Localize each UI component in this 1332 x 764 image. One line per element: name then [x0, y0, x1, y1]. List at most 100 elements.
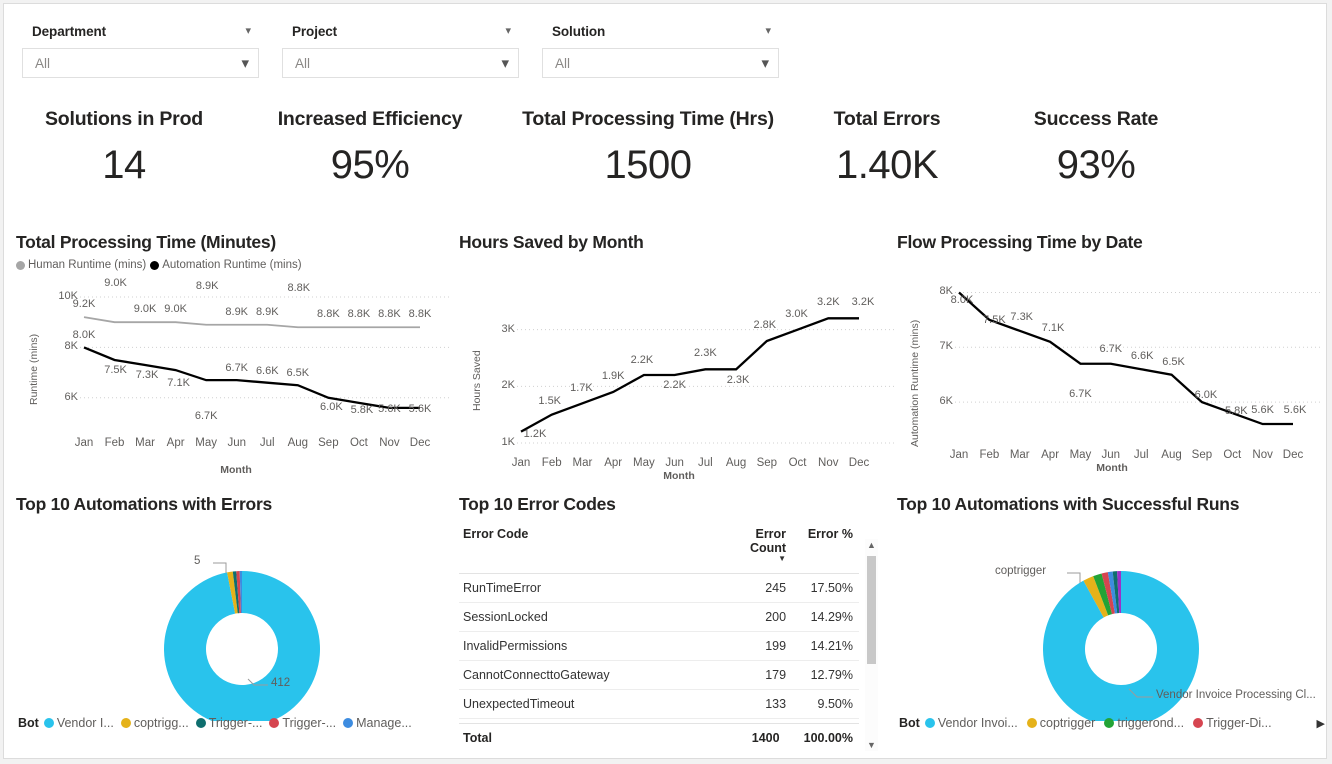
line-chart-plot-area[interactable]: Automation Runtime (mins) 6K 7K 8K Jan Feb M… [897, 269, 1327, 481]
legend-swatch-icon [343, 718, 354, 728]
chart-legend[interactable]: Human Runtime (mins) Automation Runtime … [16, 259, 456, 271]
data-label: 8.9K [255, 305, 279, 318]
slicer-department[interactable]: Department ▾ All ▾ [22, 20, 259, 82]
donut-chart[interactable]: coptrigger Vendor Invoice Processing Cl.… [897, 521, 1327, 721]
legend-label: Trigger-... [282, 716, 337, 730]
chevron-down-icon[interactable]: ▾ [765, 25, 771, 37]
column-header-error-pct[interactable]: Error % [792, 523, 859, 574]
legend-item[interactable]: coptrigger [1026, 716, 1095, 730]
scroll-up-icon[interactable]: ▲ [865, 540, 878, 550]
slicer-project-header[interactable]: Project ▾ [282, 20, 519, 42]
legend-swatch-icon [195, 718, 206, 728]
error-codes-table[interactable]: Error Code Error Count ▼ Error % RunTime… [459, 523, 859, 723]
chevron-down-icon[interactable]: ▾ [761, 56, 769, 71]
data-label: 5.6K [378, 402, 401, 415]
kpi-card-solutions-in-prod[interactable]: Solutions in Prod 14 [18, 108, 230, 188]
legend-item-human-runtime[interactable]: Human Runtime (mins) [16, 259, 146, 271]
legend-item[interactable]: Vendor I... [43, 716, 114, 730]
x-axis-tick-label: Jun [665, 457, 684, 469]
legend-item[interactable]: Trigger-Di... [1193, 716, 1272, 730]
slicer-solution[interactable]: Solution ▾ All ▾ [542, 20, 779, 82]
total-error-pct: 100.00% [785, 723, 859, 752]
x-axis-tick-label: Sep [1191, 449, 1213, 461]
table-row[interactable]: RunTimeError 245 17.50% [459, 573, 859, 603]
legend-swatch-icon [1104, 718, 1115, 728]
slicer-solution-value: All [555, 55, 571, 71]
data-label: 6.7K [1069, 387, 1092, 400]
slicer-solution-dropdown[interactable]: All ▾ [542, 48, 779, 78]
legend-item[interactable]: Trigger-... [195, 716, 262, 730]
line-chart-plot-area[interactable]: Runtime (mins) 6K 8K 10K Jan Feb Mar Apr May Ju… [16, 271, 456, 483]
cell-error-code: CannotConnecttoGateway [459, 660, 715, 690]
legend-item-automation-runtime[interactable]: Automation Runtime (mins) [150, 259, 302, 271]
table-row[interactable]: SessionLocked 200 14.29% [459, 602, 859, 632]
table-row[interactable]: InvalidPermissions 199 14.21% [459, 631, 859, 661]
y-axis-tick-label: 6K [64, 390, 78, 403]
column-header-error-code[interactable]: Error Code [459, 523, 715, 574]
donut-slice[interactable] [164, 571, 320, 721]
x-axis-tick-label: Jul [1133, 449, 1149, 461]
table-row[interactable]: CannotConnecttoGateway 179 12.79% [459, 660, 859, 690]
slicer-project-title: Project [292, 23, 338, 39]
x-axis-tick-label: Feb [104, 437, 125, 449]
donut-chart[interactable]: 5 412 [16, 521, 456, 721]
visual-title: Top 10 Automations with Errors [16, 494, 272, 514]
donut-legend[interactable]: Bot Vendor Invoi... coptrigger triggerond.… [899, 716, 1325, 730]
table-scrollbar[interactable]: ▲ ▼ [865, 539, 878, 751]
line-chart-plot-area[interactable]: Hours Saved 1K 2K 3K Jan Feb Mar Apr May Jun Jul… [459, 277, 899, 489]
visual-automations-with-errors[interactable]: Top 10 Automations with Errors 5 412 Bot… [16, 494, 456, 756]
slicer-project[interactable]: Project ▾ All ▾ [282, 20, 519, 82]
legend-item[interactable]: coptrigg... [120, 716, 189, 730]
legend-next-page-icon[interactable]: ▶ [1317, 717, 1325, 730]
y-axis-tick-label: 6K [939, 395, 953, 408]
scroll-down-icon[interactable]: ▼ [865, 740, 878, 750]
kpi-card-increased-efficiency[interactable]: Increased Efficiency 95% [252, 108, 488, 188]
visual-flow-processing-time[interactable]: Flow Processing Time by Date Automation … [897, 232, 1327, 484]
data-label: 3.0K [785, 307, 808, 320]
slicer-department-dropdown[interactable]: All ▾ [22, 48, 259, 78]
x-axis-tick-label: May [195, 437, 218, 449]
x-axis-tick-label: Nov [1252, 449, 1273, 461]
data-label: 5.6K [408, 402, 432, 415]
x-axis-tick-label: Jul [698, 457, 713, 469]
cell-error-count: 199 [714, 631, 793, 661]
slicer-solution-title: Solution [552, 23, 606, 39]
slicer-project-dropdown[interactable]: All ▾ [282, 48, 519, 78]
donut-legend[interactable]: Bot Vendor I... coptrigg... Trigger-... Tri… [18, 716, 412, 730]
kpi-card-success-rate[interactable]: Success Rate 93% [990, 108, 1202, 188]
kpi-card-total-errors[interactable]: Total Errors 1.40K [804, 108, 970, 188]
data-label: 8.0K [950, 294, 974, 307]
chevron-down-icon[interactable]: ▾ [501, 56, 509, 71]
data-label: 8.8K [408, 308, 432, 321]
legend-title: Bot [18, 716, 39, 730]
table-container[interactable]: Error Code Error Count ▼ Error % RunTime… [459, 523, 889, 752]
chevron-down-icon[interactable]: ▾ [505, 25, 511, 37]
visual-total-processing-time[interactable]: Total Processing Time (Minutes) Human Ru… [16, 232, 456, 484]
y-axis-tick-label: 3K [501, 322, 515, 335]
slicer-department-title: Department [32, 23, 107, 39]
scrollbar-thumb[interactable] [867, 556, 876, 664]
chevron-down-icon[interactable]: ▾ [245, 25, 251, 37]
slicer-department-header[interactable]: Department ▾ [22, 20, 259, 42]
legend-item[interactable]: Vendor Invoi... [924, 716, 1018, 730]
data-label: 2.2K [630, 354, 654, 366]
visual-automations-successful-runs[interactable]: Top 10 Automations with Successful Runs … [897, 494, 1327, 756]
table-row[interactable]: UnexpectedTimeout 133 9.50% [459, 689, 859, 719]
visual-hours-saved[interactable]: Hours Saved by Month Hours Saved 1K 2K 3K … [459, 232, 899, 484]
column-header-error-count[interactable]: Error Count ▼ [714, 523, 793, 574]
x-axis-tick-label: Sep [756, 457, 778, 469]
slicer-solution-header[interactable]: Solution ▾ [542, 20, 779, 42]
visual-error-codes-table[interactable]: Top 10 Error Codes Error Code Error Coun… [459, 494, 889, 756]
legend-item[interactable]: triggerond... [1104, 716, 1184, 730]
x-axis-tick-label: Aug [287, 437, 309, 449]
kpi-card-total-processing-time[interactable]: Total Processing Time (Hrs) 1500 [500, 108, 796, 188]
data-label: 9.0K [164, 303, 187, 316]
legend-swatch-icon [924, 718, 935, 728]
data-label: 7.1K [167, 377, 190, 390]
chevron-down-icon[interactable]: ▾ [241, 56, 249, 71]
legend-item[interactable]: Trigger-... [269, 716, 336, 730]
y-axis-tick-label: 7K [939, 340, 953, 353]
x-axis-tick-label: Feb [979, 449, 1000, 461]
legend-label: triggerond... [1117, 716, 1185, 730]
legend-item[interactable]: Manage... [343, 716, 412, 730]
